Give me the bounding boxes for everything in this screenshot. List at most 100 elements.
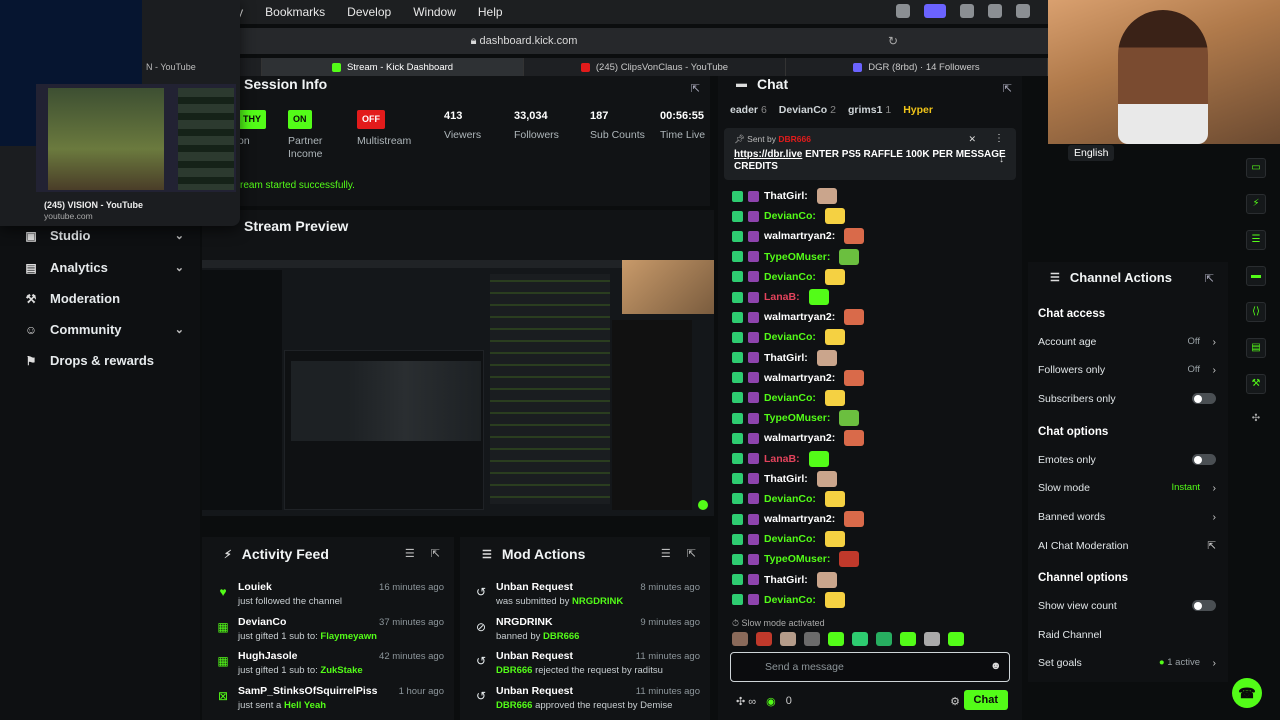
popout-icon[interactable]: ⇱ bbox=[1205, 272, 1214, 285]
chat-message[interactable]: DevianCo: bbox=[732, 590, 1014, 610]
banned-words-row[interactable]: Banned words › bbox=[1038, 511, 1216, 523]
browser-tab[interactable]: DGR (8rbd) · 14 Followers bbox=[786, 58, 1048, 76]
chat-message[interactable]: DevianCo: bbox=[732, 206, 1014, 226]
chat-username[interactable]: ThatGirl: bbox=[764, 190, 808, 202]
chat-message[interactable]: ThatGirl: bbox=[732, 348, 1014, 368]
chat-message[interactable]: walmartryan2: bbox=[732, 428, 1014, 448]
chat-icon[interactable]: ▬ bbox=[1246, 266, 1266, 286]
filter-icon[interactable]: ☰ bbox=[661, 547, 671, 560]
popout-icon[interactable]: ⇱ bbox=[431, 547, 440, 560]
emote[interactable] bbox=[828, 632, 844, 646]
feed-item-username[interactable]: DBR666 bbox=[543, 631, 579, 642]
leaderboard-entry[interactable]: eader 6 bbox=[730, 104, 767, 116]
popout-icon[interactable]: ⇱ bbox=[691, 82, 700, 95]
help-chat-button[interactable]: ☎ bbox=[1232, 678, 1262, 708]
chat-username[interactable]: DevianCo: bbox=[764, 493, 816, 505]
emote[interactable] bbox=[852, 632, 868, 646]
feed-item[interactable]: ♥ Louiek just followed the channel 16 minut… bbox=[216, 581, 444, 616]
chat-message[interactable]: DevianCo: bbox=[732, 388, 1014, 408]
browser-tab[interactable]: (245) ClipsVonClaus - YouTube bbox=[524, 58, 786, 76]
send-chat-button[interactable]: Chat bbox=[963, 690, 1008, 710]
settings-icon[interactable]: ⚙ bbox=[950, 695, 960, 708]
feed-item-username[interactable]: DBR666 bbox=[496, 665, 532, 676]
chat-username[interactable]: walmartryan2: bbox=[764, 372, 835, 384]
chat-message[interactable]: DevianCo: bbox=[732, 327, 1014, 347]
chat-message[interactable]: DevianCo: bbox=[732, 267, 1014, 287]
panel-icon[interactable]: ▤ bbox=[1246, 338, 1266, 358]
menu-item[interactable]: Help bbox=[478, 5, 503, 19]
menu-item[interactable]: Window bbox=[413, 5, 456, 19]
feed-item[interactable]: ▦ DevianCo just gifted 1 sub to: Flaymeyaw… bbox=[216, 616, 444, 651]
chat-message[interactable]: TypeOMuser: bbox=[732, 247, 1014, 267]
feed-item-username[interactable]: NRGDRINK bbox=[572, 596, 623, 607]
emote[interactable] bbox=[780, 632, 796, 646]
feed-item[interactable]: ↺ Unban Request DBR666 approved the reques… bbox=[474, 685, 700, 720]
slow-mode-row[interactable]: Slow mode Instant › bbox=[1038, 482, 1216, 494]
list-icon[interactable]: ☰ bbox=[1246, 230, 1266, 250]
chat-message[interactable]: ThatGirl: bbox=[732, 570, 1014, 590]
chat-username[interactable]: LanaB: bbox=[764, 453, 800, 465]
infinity-icon[interactable]: ✣ ∞ bbox=[736, 695, 756, 708]
chat-username[interactable]: DevianCo: bbox=[764, 331, 816, 343]
emotes-only-toggle[interactable] bbox=[1192, 454, 1216, 465]
puzzle-icon[interactable]: ✣ bbox=[1246, 410, 1266, 430]
leaderboard-entry[interactable]: DevianCo 2 bbox=[779, 104, 836, 116]
browser-tab[interactable]: Stream - Kick Dashboard bbox=[262, 58, 524, 76]
chat-message[interactable]: DevianCo: bbox=[732, 529, 1014, 549]
chat-username[interactable]: ThatGirl: bbox=[764, 473, 808, 485]
subscribers-only-toggle[interactable] bbox=[1192, 393, 1216, 404]
filter-icon[interactable]: ☰ bbox=[405, 547, 415, 560]
chat-message[interactable]: walmartryan2: bbox=[732, 509, 1014, 529]
chat-username[interactable]: DevianCo: bbox=[764, 271, 816, 283]
show-view-count-toggle[interactable] bbox=[1192, 600, 1216, 611]
feed-item-username[interactable]: DBR666 bbox=[496, 700, 532, 711]
feed-item[interactable]: ▦ HughJasole just gifted 1 sub to: ZukStak… bbox=[216, 650, 444, 685]
tray-icon[interactable] bbox=[1016, 4, 1030, 18]
feed-item-username[interactable]: Hell Yeah bbox=[284, 700, 326, 711]
chat-message[interactable]: LanaB: bbox=[732, 287, 1014, 307]
emote[interactable] bbox=[756, 632, 772, 646]
emote[interactable] bbox=[900, 632, 916, 646]
chat-username[interactable]: DevianCo: bbox=[764, 210, 816, 222]
emote[interactable] bbox=[924, 632, 940, 646]
pin-icon[interactable]: ✕ bbox=[968, 134, 976, 145]
chat-username[interactable]: walmartryan2: bbox=[764, 230, 835, 242]
chat-username[interactable]: DevianCo: bbox=[764, 392, 816, 404]
tray-icon[interactable] bbox=[896, 4, 910, 18]
chat-username[interactable]: walmartryan2: bbox=[764, 432, 835, 444]
stream-video[interactable] bbox=[202, 260, 714, 516]
layout-icon[interactable]: ▭ bbox=[1246, 158, 1266, 178]
menu-item[interactable]: Bookmarks bbox=[265, 5, 325, 19]
chat-message[interactable]: ThatGirl: bbox=[732, 186, 1014, 206]
feed-item[interactable]: ⊘ NRGDRINK banned by DBR666 9 minutes ago bbox=[474, 616, 700, 651]
feed-item-username[interactable]: ZukStake bbox=[320, 665, 362, 676]
chat-message[interactable]: DevianCo: bbox=[732, 489, 1014, 509]
chat-username[interactable]: DevianCo: bbox=[764, 594, 816, 606]
sidebar-item-drops-rewards[interactable]: ⚑ Drops & rewards bbox=[24, 353, 184, 368]
chat-input[interactable] bbox=[730, 652, 1010, 682]
chat-username[interactable]: walmartryan2: bbox=[764, 513, 835, 525]
tray-icon[interactable] bbox=[924, 4, 946, 18]
chat-username[interactable]: ThatGirl: bbox=[764, 574, 808, 586]
reload-icon[interactable]: ↻ bbox=[888, 34, 898, 48]
url-text[interactable]: dashboard.kick.com bbox=[480, 35, 578, 47]
chat-message[interactable]: walmartryan2: bbox=[732, 307, 1014, 327]
emote[interactable] bbox=[732, 632, 748, 646]
chat-message[interactable]: walmartryan2: bbox=[732, 368, 1014, 388]
sidebar-item-community[interactable]: ☺ Community ⌄ bbox=[24, 322, 184, 337]
bolt-icon[interactable]: ⚡︎ bbox=[1246, 194, 1266, 214]
chat-username[interactable]: walmartryan2: bbox=[764, 311, 835, 323]
chat-username[interactable]: DevianCo: bbox=[764, 533, 816, 545]
chat-message[interactable]: TypeOMuser: bbox=[732, 408, 1014, 428]
tray-icon[interactable] bbox=[988, 4, 1002, 18]
sidebar-item-studio[interactable]: ▣ Studio ⌄ bbox=[24, 228, 184, 243]
pinned-message[interactable]: 📌︎ Sent by DBR666 https://dbr.live ENTER… bbox=[724, 128, 1016, 180]
chat-message[interactable]: LanaB: bbox=[732, 448, 1014, 468]
more-icon[interactable]: ⋮ bbox=[994, 133, 1004, 144]
wrench-icon[interactable]: ⚒ bbox=[1246, 374, 1266, 394]
emote[interactable] bbox=[876, 632, 892, 646]
popout-icon[interactable]: ⇱ bbox=[687, 547, 696, 560]
ai-moderation-row[interactable]: AI Chat Moderation ⇱ bbox=[1038, 540, 1216, 552]
sidebar-item-moderation[interactable]: ⚒ Moderation bbox=[24, 291, 184, 306]
chat-username[interactable]: TypeOMuser: bbox=[764, 251, 830, 263]
